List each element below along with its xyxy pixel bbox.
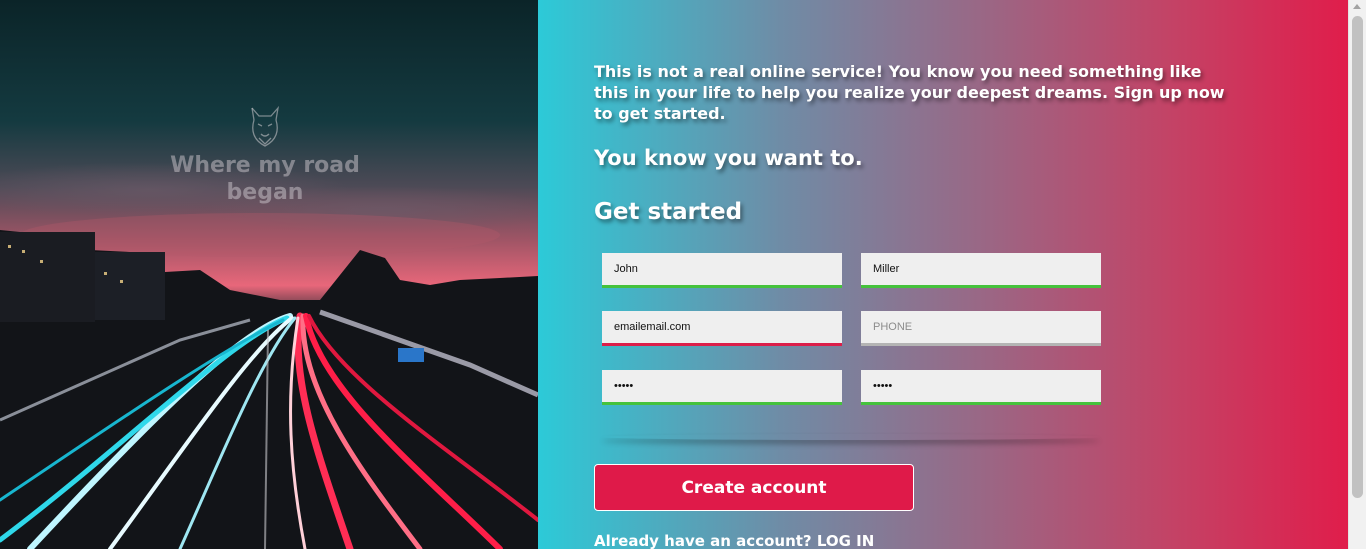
intro-text: This is not a real online service! You k… — [594, 62, 1225, 123]
create-account-button[interactable]: Create account — [594, 464, 914, 511]
last-name-input[interactable] — [861, 253, 1101, 288]
scrollbar-thumb[interactable] — [1352, 16, 1363, 498]
login-prompt: Already have an account? LOG IN — [594, 532, 874, 550]
login-link[interactable]: LOG IN — [817, 532, 874, 550]
email-input[interactable] — [602, 311, 842, 346]
hero-panel: Where my road began — [0, 0, 538, 549]
brand-logo: Where my road began — [140, 104, 390, 206]
form-divider — [602, 434, 1100, 440]
brand-logo-text: Where my road began — [170, 153, 360, 205]
login-prompt-text: Already have an account? — [594, 532, 812, 550]
scroll-up-arrow-icon[interactable] — [1353, 4, 1361, 9]
first-name-input[interactable] — [602, 253, 842, 288]
password-input[interactable] — [602, 370, 842, 405]
page-title: Get started — [594, 199, 743, 225]
phone-input[interactable] — [861, 311, 1101, 346]
confirm-password-input[interactable] — [861, 370, 1101, 405]
bulldog-head-icon — [251, 105, 280, 147]
signup-panel: This is not a real online service! You k… — [538, 0, 1348, 550]
page-scrollbar[interactable] — [1348, 0, 1366, 549]
highway-night-photo — [0, 0, 538, 549]
tagline: You know you want to. — [594, 146, 863, 170]
